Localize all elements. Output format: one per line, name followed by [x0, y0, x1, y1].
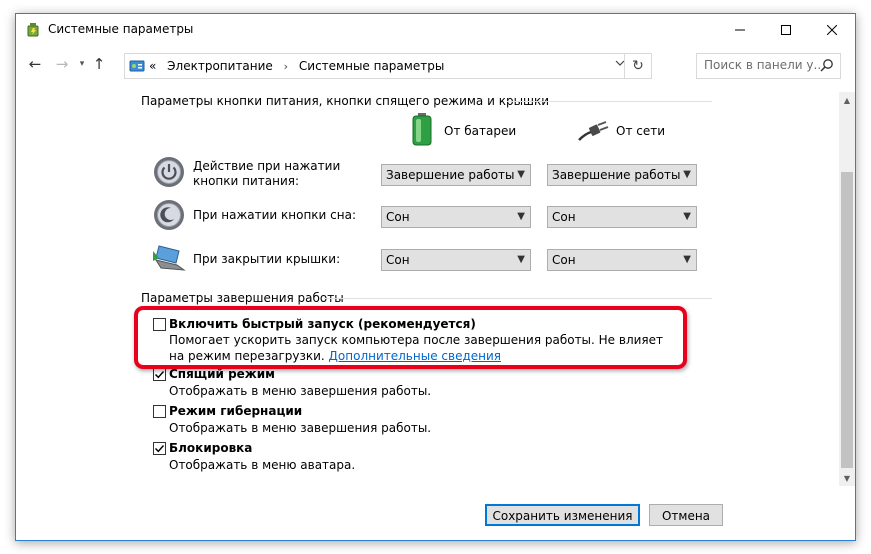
breadcrumb: « Электропитание › Системные параметры	[149, 59, 451, 73]
maximize-icon	[781, 24, 791, 35]
search-icon[interactable]	[820, 58, 834, 72]
ac-column-header: От сети	[616, 124, 666, 138]
select-value: Сон	[386, 253, 410, 267]
save-changes-button[interactable]: Сохранить изменения	[485, 504, 640, 526]
section-divider	[324, 298, 712, 299]
sleep-button-battery-select[interactable]: Сон ▼	[381, 206, 531, 228]
refresh-icon: ↻	[632, 58, 644, 74]
chevron-down-icon: ▼	[517, 211, 525, 222]
search-box[interactable]	[696, 53, 841, 79]
select-value: Сон	[552, 210, 576, 224]
navigation-bar: ← → ▾ ↑ « Электропитание › Системные пар…	[16, 49, 855, 81]
cancel-button[interactable]: Отмена	[649, 504, 723, 526]
power-options-icon	[27, 23, 39, 37]
close-button[interactable]	[809, 14, 855, 45]
triangle-up-icon: ▲	[843, 95, 851, 105]
power-button-label: Действие при нажатии кнопки питания:	[193, 159, 341, 188]
close-icon	[827, 24, 837, 35]
hibernate-title[interactable]: Режим гибернации	[169, 404, 302, 418]
hibernate-checkbox[interactable]	[153, 405, 166, 418]
scroll-up-button[interactable]: ▲	[839, 92, 855, 108]
power-buttons-section-title: Параметры кнопки питания, кнопки спящего…	[141, 94, 550, 108]
chevron-down-icon: ▼	[683, 169, 691, 180]
select-value: Завершение работы	[552, 168, 681, 182]
scroll-down-button[interactable]: ▼	[839, 470, 855, 486]
shutdown-section-title: Параметры завершения работы	[141, 291, 344, 305]
vertical-scrollbar[interactable]: ▲ ▼	[839, 92, 855, 486]
up-button[interactable]: ↑	[89, 53, 109, 75]
address-bar[interactable]: « Электропитание › Системные параметры ↻	[124, 53, 652, 79]
sleep-mode-description: Отображать в меню завершения работы.	[169, 384, 432, 398]
settings-content: Параметры кнопки питания, кнопки спящего…	[16, 86, 839, 486]
breadcrumb-separator[interactable]: ›	[284, 60, 288, 73]
control-panel-icon	[129, 60, 145, 72]
chevron-down-icon: ▼	[683, 254, 691, 265]
maximize-button[interactable]	[763, 14, 809, 45]
hibernate-description: Отображать в меню завершения работы.	[169, 421, 432, 435]
checkmark-icon	[155, 371, 165, 379]
refresh-button[interactable]: ↻	[624, 54, 651, 78]
select-value: Сон	[552, 253, 576, 267]
ac-plug-icon	[578, 121, 609, 141]
button-bar: Сохранить изменения Отмена	[16, 487, 855, 540]
chevron-down-icon: ▼	[517, 169, 525, 180]
lock-title[interactable]: Блокировка	[169, 441, 252, 455]
lid-close-battery-select[interactable]: Сон ▼	[381, 249, 531, 271]
scroll-thumb[interactable]	[841, 172, 853, 468]
system-settings-window: Системные параметры ← → ▾ ↑ « Электропит…	[15, 13, 856, 541]
chevron-down-icon: ▼	[517, 254, 525, 265]
arrow-right-icon: →	[55, 55, 69, 73]
sleep-mode-title[interactable]: Спящий режим	[169, 367, 275, 381]
triangle-down-icon: ▼	[843, 473, 851, 483]
power-button-ac-select[interactable]: Завершение работы ▼	[547, 164, 697, 186]
lock-description: Отображать в меню аватара.	[169, 458, 356, 472]
title-bar[interactable]: Системные параметры	[16, 14, 855, 45]
window-title: Системные параметры	[48, 22, 194, 36]
lid-close-ac-select[interactable]: Сон ▼	[547, 249, 697, 271]
laptop-lid-icon	[153, 245, 186, 271]
forward-button[interactable]: →	[52, 53, 72, 75]
lid-close-label: При закрытии крышки:	[193, 252, 341, 266]
sleep-button-ac-select[interactable]: Сон ▼	[547, 206, 697, 228]
arrow-up-icon: ↑	[92, 55, 106, 73]
sleep-button-label: При нажатии кнопки сна:	[193, 208, 357, 222]
minimize-button[interactable]	[717, 14, 763, 45]
battery-icon	[412, 113, 432, 146]
sleep-button-icon	[154, 200, 184, 230]
select-value: Завершение работы	[386, 168, 515, 182]
select-value: Сон	[386, 210, 410, 224]
battery-column-header: От батареи	[444, 124, 517, 138]
back-button[interactable]: ←	[25, 53, 45, 75]
breadcrumb-overflow[interactable]: «	[149, 59, 156, 73]
power-button-icon	[154, 157, 184, 187]
section-divider	[507, 101, 712, 102]
recent-locations-button[interactable]: ▾	[76, 53, 88, 75]
lock-checkbox[interactable]	[153, 442, 166, 455]
sleep-mode-checkbox[interactable]	[153, 368, 166, 381]
chevron-down-icon: ▾	[79, 59, 85, 69]
power-button-battery-select[interactable]: Завершение работы ▼	[381, 164, 531, 186]
search-input[interactable]	[697, 54, 822, 76]
minimize-icon	[735, 29, 745, 30]
chevron-down-icon: ▼	[683, 211, 691, 222]
annotation-highlight	[134, 306, 687, 369]
breadcrumb-item-system-settings[interactable]: Системные параметры	[299, 59, 444, 73]
arrow-left-icon: ←	[28, 55, 42, 73]
breadcrumb-item-power[interactable]: Электропитание	[167, 59, 273, 73]
checkmark-icon	[155, 445, 165, 453]
